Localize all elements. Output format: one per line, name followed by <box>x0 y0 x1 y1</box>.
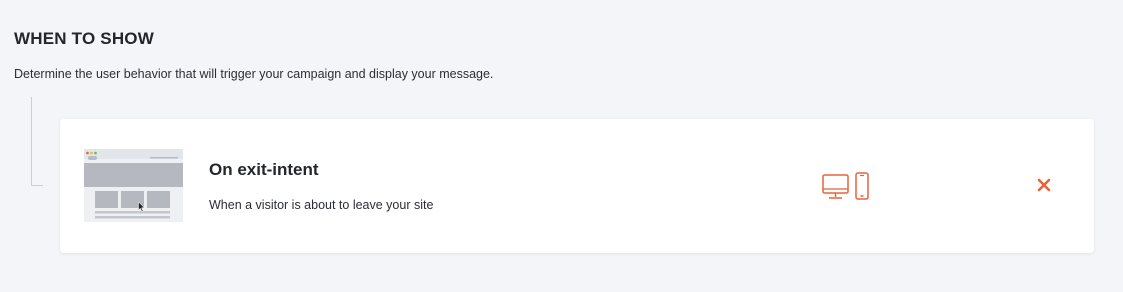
close-icon <box>1037 178 1051 192</box>
desktop-icon <box>822 174 849 199</box>
section-description: Determine the user behavior that will tr… <box>14 67 494 81</box>
trigger-card: On exit-intent When a visitor is about t… <box>60 119 1094 253</box>
exit-intent-thumbnail <box>84 149 183 222</box>
tree-connector <box>31 97 43 186</box>
trigger-description: When a visitor is about to leave your si… <box>209 198 434 212</box>
device-icons <box>822 172 869 200</box>
mobile-icon <box>855 172 869 200</box>
trigger-title: On exit-intent <box>209 160 319 179</box>
section-title: WHEN TO SHOW <box>14 29 154 48</box>
remove-trigger-button[interactable] <box>1036 177 1052 193</box>
